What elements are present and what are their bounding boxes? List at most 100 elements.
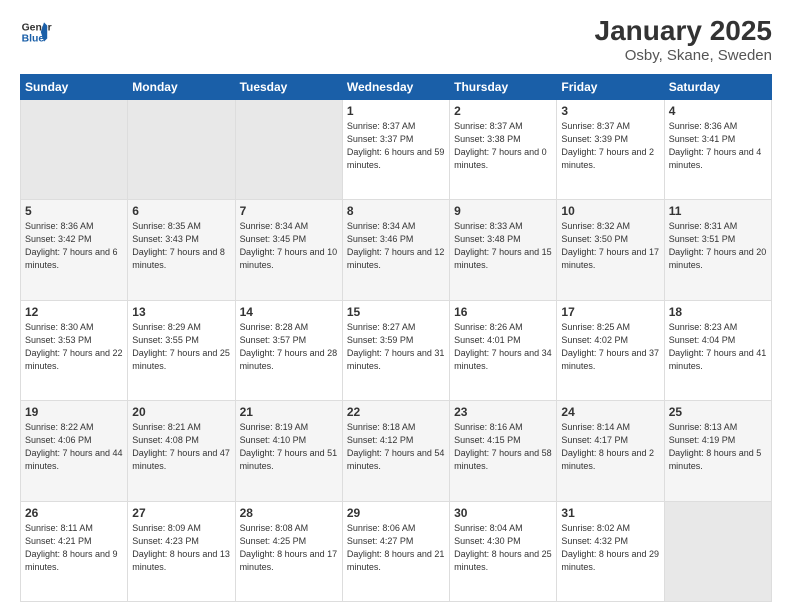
svg-text:Blue: Blue bbox=[22, 34, 45, 45]
day-info: Sunrise: 8:08 AM Sunset: 4:25 PM Dayligh… bbox=[240, 522, 338, 574]
day-number: 15 bbox=[347, 305, 445, 319]
table-row: 11Sunrise: 8:31 AM Sunset: 3:51 PM Dayli… bbox=[664, 200, 771, 300]
logo-icon: General Blue bbox=[20, 16, 52, 48]
day-number: 9 bbox=[454, 204, 552, 218]
day-number: 26 bbox=[25, 506, 123, 520]
day-info: Sunrise: 8:28 AM Sunset: 3:57 PM Dayligh… bbox=[240, 321, 338, 373]
table-row: 28 Sunrise: 8:08 AM Sunset: 4:25 PM Dayli… bbox=[235, 501, 342, 601]
table-row: 30 Sunrise: 8:04 AM Sunset: 4:30 PM Dayli… bbox=[450, 501, 557, 601]
day-number: 29 bbox=[347, 506, 445, 520]
table-row: 26 Sunrise: 8:11 AM Sunset: 4:21 PM Dayli… bbox=[21, 501, 128, 601]
day-info: Sunrise: 8:30 AM Sunset: 3:53 PM Dayligh… bbox=[25, 321, 123, 373]
day-info: Sunrise: 8:25 AM Sunset: 4:02 PM Dayligh… bbox=[561, 321, 659, 373]
header: General Blue January 2025 Osby, Skane, S… bbox=[20, 16, 772, 64]
table-row: 7 Sunrise: 8:34 AM Sunset: 3:45 PM Daylig… bbox=[235, 200, 342, 300]
calendar-week-row: 1Sunrise: 8:37 AM Sunset: 3:37 PM Daylig… bbox=[21, 99, 772, 199]
calendar-table: Sunday Monday Tuesday Wednesday Thursday… bbox=[20, 74, 772, 602]
header-sunday: Sunday bbox=[21, 74, 128, 99]
day-info: Sunrise: 8:18 AM Sunset: 4:12 PM Dayligh… bbox=[347, 421, 445, 473]
table-row: 24Sunrise: 8:14 AM Sunset: 4:17 PM Dayli… bbox=[557, 401, 664, 501]
page: General Blue January 2025 Osby, Skane, S… bbox=[0, 0, 792, 612]
header-friday: Friday bbox=[557, 74, 664, 99]
table-row: 27Sunrise: 8:09 AM Sunset: 4:23 PM Dayli… bbox=[128, 501, 235, 601]
day-info: Sunrise: 8:36 AM Sunset: 3:41 PM Dayligh… bbox=[669, 120, 767, 172]
table-row: 15 Sunrise: 8:27 AM Sunset: 3:59 PM Dayli… bbox=[342, 300, 449, 400]
day-info: Sunrise: 8:19 AM Sunset: 4:10 PM Dayligh… bbox=[240, 421, 338, 473]
table-row: 10Sunrise: 8:32 AM Sunset: 3:50 PM Dayli… bbox=[557, 200, 664, 300]
day-info: Sunrise: 8:35 AM Sunset: 3:43 PM Dayligh… bbox=[132, 220, 230, 272]
day-info: Sunrise: 8:09 AM Sunset: 4:23 PM Dayligh… bbox=[132, 522, 230, 574]
calendar-week-row: 12 Sunrise: 8:30 AM Sunset: 3:53 PM Dayli… bbox=[21, 300, 772, 400]
day-number: 28 bbox=[240, 506, 338, 520]
day-info: Sunrise: 8:34 AM Sunset: 3:45 PM Dayligh… bbox=[240, 220, 338, 272]
calendar-week-row: 19 Sunrise: 8:22 AM Sunset: 4:06 PM Dayli… bbox=[21, 401, 772, 501]
calendar-week-row: 26 Sunrise: 8:11 AM Sunset: 4:21 PM Dayli… bbox=[21, 501, 772, 601]
table-row: 12 Sunrise: 8:30 AM Sunset: 3:53 PM Dayli… bbox=[21, 300, 128, 400]
table-row: 21Sunrise: 8:19 AM Sunset: 4:10 PM Dayli… bbox=[235, 401, 342, 501]
day-number: 8 bbox=[347, 204, 445, 218]
day-info: Sunrise: 8:06 AM Sunset: 4:27 PM Dayligh… bbox=[347, 522, 445, 574]
day-info: Sunrise: 8:11 AM Sunset: 4:21 PM Dayligh… bbox=[25, 522, 123, 574]
table-row: 13 Sunrise: 8:29 AM Sunset: 3:55 PM Dayli… bbox=[128, 300, 235, 400]
table-row: 2 Sunrise: 8:37 AM Sunset: 3:38 PM Daylig… bbox=[450, 99, 557, 199]
day-info: Sunrise: 8:22 AM Sunset: 4:06 PM Dayligh… bbox=[25, 421, 123, 473]
day-info: Sunrise: 8:34 AM Sunset: 3:46 PM Dayligh… bbox=[347, 220, 445, 272]
table-row bbox=[128, 99, 235, 199]
table-row: 4 Sunrise: 8:36 AM Sunset: 3:41 PM Daylig… bbox=[664, 99, 771, 199]
day-info: Sunrise: 8:27 AM Sunset: 3:59 PM Dayligh… bbox=[347, 321, 445, 373]
table-row: 9 Sunrise: 8:33 AM Sunset: 3:48 PM Daylig… bbox=[450, 200, 557, 300]
svg-text:General: General bbox=[22, 22, 52, 33]
day-info: Sunrise: 8:36 AM Sunset: 3:42 PM Dayligh… bbox=[25, 220, 123, 272]
day-info: Sunrise: 8:33 AM Sunset: 3:48 PM Dayligh… bbox=[454, 220, 552, 272]
table-row bbox=[21, 99, 128, 199]
table-row: 31 Sunrise: 8:02 AM Sunset: 4:32 PM Dayli… bbox=[557, 501, 664, 601]
day-number: 2 bbox=[454, 104, 552, 118]
table-row: 22 Sunrise: 8:18 AM Sunset: 4:12 PM Dayli… bbox=[342, 401, 449, 501]
day-info: Sunrise: 8:37 AM Sunset: 3:37 PM Dayligh… bbox=[347, 120, 445, 172]
table-row: 18 Sunrise: 8:23 AM Sunset: 4:04 PM Dayli… bbox=[664, 300, 771, 400]
day-info: Sunrise: 8:37 AM Sunset: 3:39 PM Dayligh… bbox=[561, 120, 659, 172]
day-info: Sunrise: 8:29 AM Sunset: 3:55 PM Dayligh… bbox=[132, 321, 230, 373]
day-number: 11 bbox=[669, 204, 767, 218]
day-number: 31 bbox=[561, 506, 659, 520]
day-info: Sunrise: 8:37 AM Sunset: 3:38 PM Dayligh… bbox=[454, 120, 552, 172]
day-number: 12 bbox=[25, 305, 123, 319]
day-info: Sunrise: 8:02 AM Sunset: 4:32 PM Dayligh… bbox=[561, 522, 659, 574]
day-number: 10 bbox=[561, 204, 659, 218]
day-number: 23 bbox=[454, 405, 552, 419]
table-row: 16Sunrise: 8:26 AM Sunset: 4:01 PM Dayli… bbox=[450, 300, 557, 400]
day-number: 30 bbox=[454, 506, 552, 520]
day-info: Sunrise: 8:23 AM Sunset: 4:04 PM Dayligh… bbox=[669, 321, 767, 373]
day-number: 13 bbox=[132, 305, 230, 319]
header-saturday: Saturday bbox=[664, 74, 771, 99]
header-thursday: Thursday bbox=[450, 74, 557, 99]
header-tuesday: Tuesday bbox=[235, 74, 342, 99]
table-row: 1Sunrise: 8:37 AM Sunset: 3:37 PM Daylig… bbox=[342, 99, 449, 199]
calendar-header-row: Sunday Monday Tuesday Wednesday Thursday… bbox=[21, 74, 772, 99]
day-number: 19 bbox=[25, 405, 123, 419]
day-number: 4 bbox=[669, 104, 767, 118]
calendar-title: January 2025 bbox=[595, 16, 772, 47]
day-info: Sunrise: 8:14 AM Sunset: 4:17 PM Dayligh… bbox=[561, 421, 659, 473]
day-number: 20 bbox=[132, 405, 230, 419]
day-number: 7 bbox=[240, 204, 338, 218]
day-number: 22 bbox=[347, 405, 445, 419]
day-number: 6 bbox=[132, 204, 230, 218]
table-row: 19 Sunrise: 8:22 AM Sunset: 4:06 PM Dayli… bbox=[21, 401, 128, 501]
table-row: 20Sunrise: 8:21 AM Sunset: 4:08 PM Dayli… bbox=[128, 401, 235, 501]
day-number: 14 bbox=[240, 305, 338, 319]
calendar-subtitle: Osby, Skane, Sweden bbox=[595, 47, 772, 64]
logo: General Blue bbox=[20, 16, 52, 48]
table-row: 23Sunrise: 8:16 AM Sunset: 4:15 PM Dayli… bbox=[450, 401, 557, 501]
header-monday: Monday bbox=[128, 74, 235, 99]
day-number: 3 bbox=[561, 104, 659, 118]
day-info: Sunrise: 8:26 AM Sunset: 4:01 PM Dayligh… bbox=[454, 321, 552, 373]
table-row: 25Sunrise: 8:13 AM Sunset: 4:19 PM Dayli… bbox=[664, 401, 771, 501]
day-number: 25 bbox=[669, 405, 767, 419]
table-row: 8 Sunrise: 8:34 AM Sunset: 3:46 PM Daylig… bbox=[342, 200, 449, 300]
table-row: 6 Sunrise: 8:35 AM Sunset: 3:43 PM Daylig… bbox=[128, 200, 235, 300]
table-row: 17Sunrise: 8:25 AM Sunset: 4:02 PM Dayli… bbox=[557, 300, 664, 400]
day-info: Sunrise: 8:04 AM Sunset: 4:30 PM Dayligh… bbox=[454, 522, 552, 574]
table-row: 3 Sunrise: 8:37 AM Sunset: 3:39 PM Daylig… bbox=[557, 99, 664, 199]
day-number: 18 bbox=[669, 305, 767, 319]
